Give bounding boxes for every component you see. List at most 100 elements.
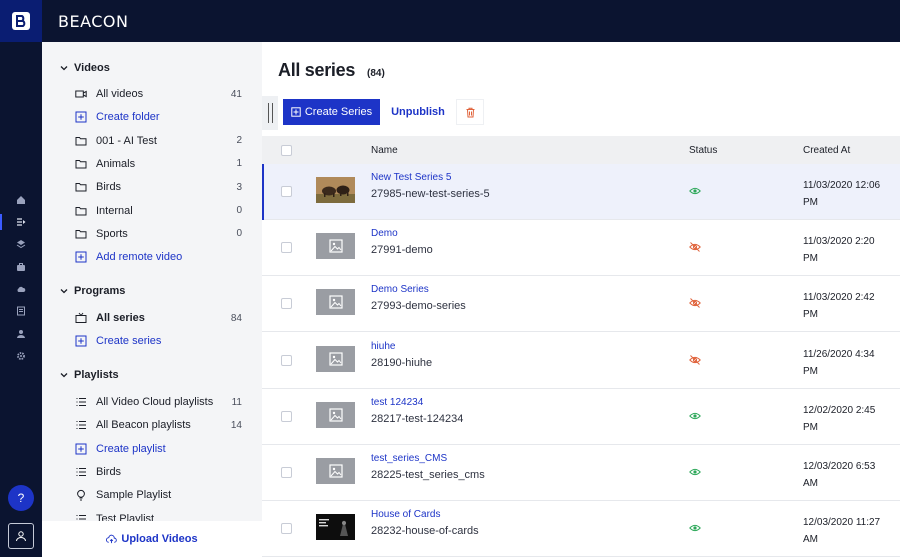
panel-resize-handle[interactable] <box>262 96 278 130</box>
sidebar-item-create-folder[interactable]: Create folder <box>74 107 242 127</box>
sidebar-item-create-series[interactable]: Create series <box>74 331 242 351</box>
sidebar-item-label: Internal <box>96 204 133 217</box>
top-bar: BEACON <box>0 0 900 42</box>
help-button[interactable]: ? <box>8 485 34 511</box>
eye-off-icon[interactable] <box>688 240 702 254</box>
sidebar-item-all-videos[interactable]: All videos 41 <box>74 84 242 104</box>
eye-icon[interactable] <box>688 521 702 535</box>
row-checkbox[interactable] <box>281 523 292 535</box>
eye-icon[interactable] <box>688 465 702 479</box>
sidebar-item-all-beacon-playlists[interactable]: All Beacon playlists 14 <box>74 415 242 435</box>
cloud-icon[interactable] <box>14 282 28 296</box>
gear-icon[interactable] <box>14 349 28 363</box>
row-thumbnail[interactable] <box>316 458 355 484</box>
row-thumbnail[interactable] <box>316 345 355 372</box>
sidebar-item-internal[interactable]: Internal 0 <box>74 201 242 221</box>
sidebar-item-count: 41 <box>230 88 242 100</box>
row-thumbnail[interactable] <box>316 514 355 541</box>
table-row[interactable]: New Test Series 5 27985-new-test-series-5… <box>262 164 900 220</box>
upload-videos-button[interactable]: Upload Videos <box>42 521 262 557</box>
row-thumbnail[interactable] <box>316 289 355 316</box>
sidebar-item-birds[interactable]: Birds <box>74 462 242 482</box>
section-playlists-toggle[interactable]: Playlists <box>60 369 119 381</box>
eye-icon[interactable] <box>688 184 702 198</box>
table-row[interactable]: Demo Series 27993-demo-series 11/03/2020 2… <box>262 276 900 333</box>
row-series-name-link[interactable]: New Test Series 5 <box>371 172 451 183</box>
sidebar-item-count: 11 <box>231 396 242 408</box>
row-thumbnail[interactable] <box>316 401 355 428</box>
list-icon <box>74 396 87 409</box>
eye-off-icon[interactable] <box>688 296 702 310</box>
sidebar-item-label: Birds <box>96 465 122 478</box>
sidebar-item-count: 0 <box>236 205 242 216</box>
chevron-down-icon <box>60 373 68 378</box>
sidebar-item-001-ai-test[interactable]: 001 - AI Test 2 <box>74 131 242 151</box>
row-series-name-link[interactable]: Demo Series <box>371 284 429 295</box>
column-created-header[interactable]: Created At <box>803 145 850 156</box>
sidebar-item-count: 1 <box>236 158 242 170</box>
row-series-slug: 28225-test_series_cms <box>371 469 485 481</box>
row-created-at: 11/03/2020 2:42 PM <box>803 289 889 323</box>
sidebar-item-sample-playlist[interactable]: Sample Playlist <box>74 485 242 505</box>
video-icon <box>74 88 87 101</box>
row-series-slug: 27993-demo-series <box>371 300 466 313</box>
row-checkbox[interactable] <box>281 467 292 478</box>
programs-icon[interactable] <box>14 215 28 229</box>
column-name-header[interactable]: Name <box>371 145 398 156</box>
row-thumbnail[interactable] <box>316 177 355 203</box>
sidebar-item-add-remote-video[interactable]: Add remote video <box>74 247 242 267</box>
row-checkbox[interactable] <box>281 354 292 366</box>
section-videos-toggle[interactable]: Videos <box>60 62 110 74</box>
row-series-slug: 27991-demo <box>371 244 433 257</box>
table-row[interactable]: House of Cards 28232-house-of-cards 12/03/… <box>262 501 900 557</box>
row-checkbox[interactable] <box>281 298 292 310</box>
eye-off-icon[interactable] <box>688 353 702 367</box>
table-row[interactable]: test 124234 28217-test-124234 12/02/2020 2… <box>262 388 900 445</box>
table-row[interactable]: test_series_CMS 28225-test_series_cms 12/0… <box>262 445 900 501</box>
unpublish-button[interactable]: Unpublish <box>385 99 451 125</box>
beacon-logo-icon[interactable] <box>0 0 42 42</box>
layers-icon[interactable] <box>14 237 28 251</box>
eye-icon[interactable] <box>688 409 702 423</box>
library-sidebar: Videos All videos 41 Create folder 001 - AI… <box>42 42 262 522</box>
table-row[interactable]: hiuhe 28190-hiuhe 11/26/2020 4:34 PM <box>262 332 900 389</box>
delete-button[interactable] <box>456 99 484 125</box>
column-status-header[interactable]: Status <box>689 145 717 156</box>
sidebar-item-count: 84 <box>230 312 242 324</box>
row-series-slug: 27985-new-test-series-5 <box>371 188 490 200</box>
create-series-button[interactable]: Create Series <box>283 99 380 125</box>
sidebar-item-test-playlist[interactable]: Test Playlist <box>74 509 242 522</box>
sidebar-item-all-series[interactable]: All series 84 <box>74 308 242 328</box>
row-series-name-link[interactable]: hiuhe <box>371 341 395 352</box>
table-row[interactable]: Demo 27991-demo 11/03/2020 2:20 PM <box>262 220 900 277</box>
sidebar-item-sports[interactable]: Sports 0 <box>74 224 242 244</box>
section-title-programs: Programs <box>74 285 126 297</box>
row-series-name-link[interactable]: House of Cards <box>371 509 440 520</box>
sidebar-item-animals[interactable]: Animals 1 <box>74 154 242 174</box>
sidebar-item-all-video-cloud-playlists[interactable]: All Video Cloud playlists 11 <box>74 392 242 412</box>
image-placeholder-icon <box>328 464 343 478</box>
section-programs-toggle[interactable]: Programs <box>60 285 125 297</box>
page-title: All series <box>278 60 356 80</box>
row-checkbox[interactable] <box>281 186 292 197</box>
row-series-name-link[interactable]: test_series_CMS <box>371 453 447 464</box>
list-icon <box>74 465 87 478</box>
briefcase-icon[interactable] <box>14 260 28 274</box>
row-thumbnail[interactable] <box>316 233 355 260</box>
account-button[interactable] <box>8 523 34 549</box>
row-series-slug: 28217-test-124234 <box>371 412 464 425</box>
user-icon[interactable] <box>14 327 28 341</box>
document-icon[interactable] <box>14 304 28 318</box>
select-all-checkbox[interactable] <box>281 145 292 156</box>
section-title-playlists: Playlists <box>74 369 119 381</box>
sidebar-item-birds[interactable]: Birds 3 <box>74 177 242 197</box>
home-icon[interactable] <box>14 193 28 207</box>
row-checkbox[interactable] <box>281 242 292 254</box>
row-series-name-link[interactable]: Demo <box>371 228 398 239</box>
row-created-date: 11/03/2020 2:42 <box>803 292 875 304</box>
row-created-meridiem: PM <box>803 309 818 321</box>
sidebar-item-create-playlist[interactable]: Create playlist <box>74 439 242 459</box>
row-checkbox[interactable] <box>281 410 292 422</box>
folder-icon <box>74 227 87 240</box>
row-series-name-link[interactable]: test 124234 <box>371 397 423 408</box>
